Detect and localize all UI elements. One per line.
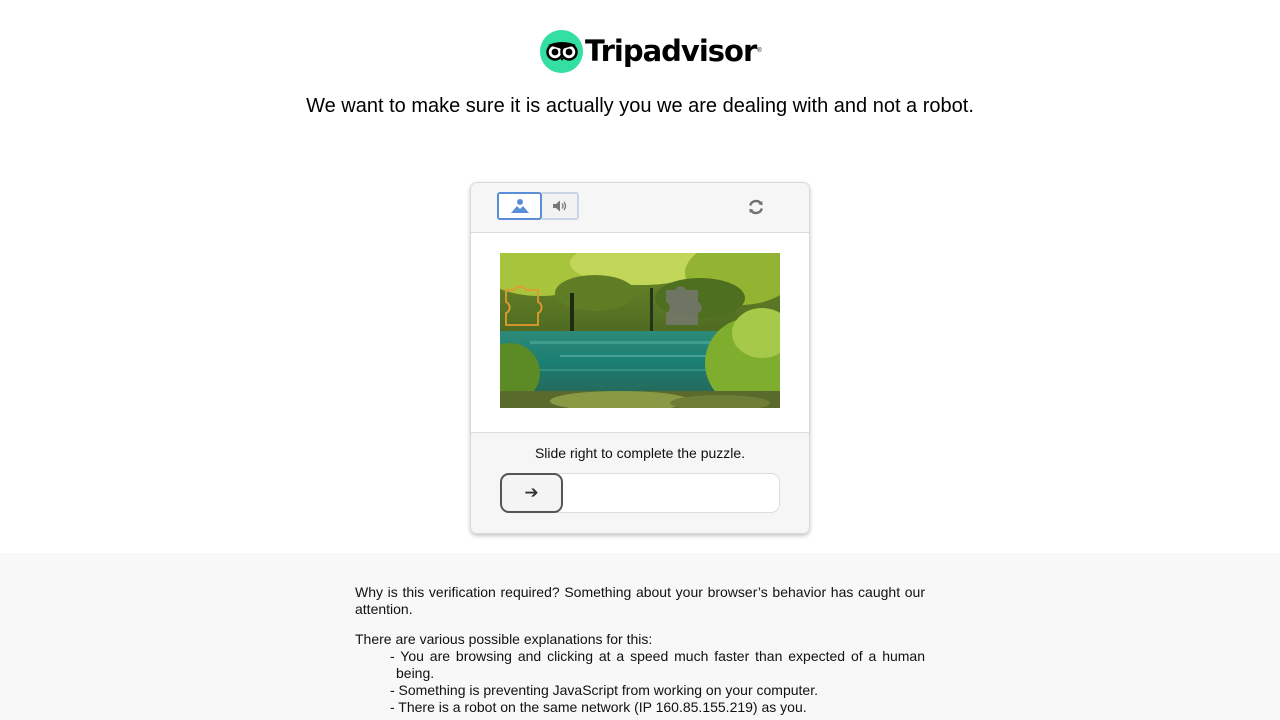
reason-item: - You are browsing and clicking at a spe… (390, 648, 925, 681)
registered-mark: ® (757, 48, 762, 54)
reason-item: - There is a robot on the same network (… (390, 699, 807, 715)
captcha-widget: Slide right to complete the puzzle. ➔ (470, 182, 810, 534)
page: Tripadvisor ® We want to make sure it is… (0, 0, 1280, 720)
image-challenge-button[interactable] (497, 192, 542, 220)
captcha-body (471, 233, 809, 433)
tripadvisor-logo: Tripadvisor ® (540, 29, 762, 73)
page-headline: We want to make sure it is actually you … (306, 95, 974, 117)
puzzle-instruction: Slide right to complete the puzzle. (534, 445, 746, 461)
info-text: Why is this verification required? Somet… (355, 584, 925, 716)
audio-challenge-button[interactable] (542, 192, 579, 220)
reason-item: - Something is preventing JavaScript fro… (390, 682, 818, 698)
owl-icon (540, 29, 583, 73)
arrow-right-icon: ➔ (524, 483, 539, 502)
image-icon (510, 199, 529, 213)
brand-name: Tripadvisor (585, 34, 757, 68)
captcha-toolbar (471, 183, 809, 233)
reasons-list: - You are browsing and clicking at a spe… (355, 648, 925, 716)
captcha-footer: Slide right to complete the puzzle. ➔ (471, 433, 809, 533)
why-paragraph: Why is this verification required? Somet… (355, 584, 925, 617)
puzzle-image (500, 253, 780, 408)
speaker-icon (552, 200, 566, 212)
refresh-icon (749, 199, 763, 215)
refresh-button[interactable] (746, 197, 766, 217)
explanations-intro: There are various possible explanations … (355, 631, 653, 647)
slider-handle[interactable]: ➔ (500, 473, 563, 513)
info-section: Why is this verification required? Somet… (0, 553, 1280, 720)
